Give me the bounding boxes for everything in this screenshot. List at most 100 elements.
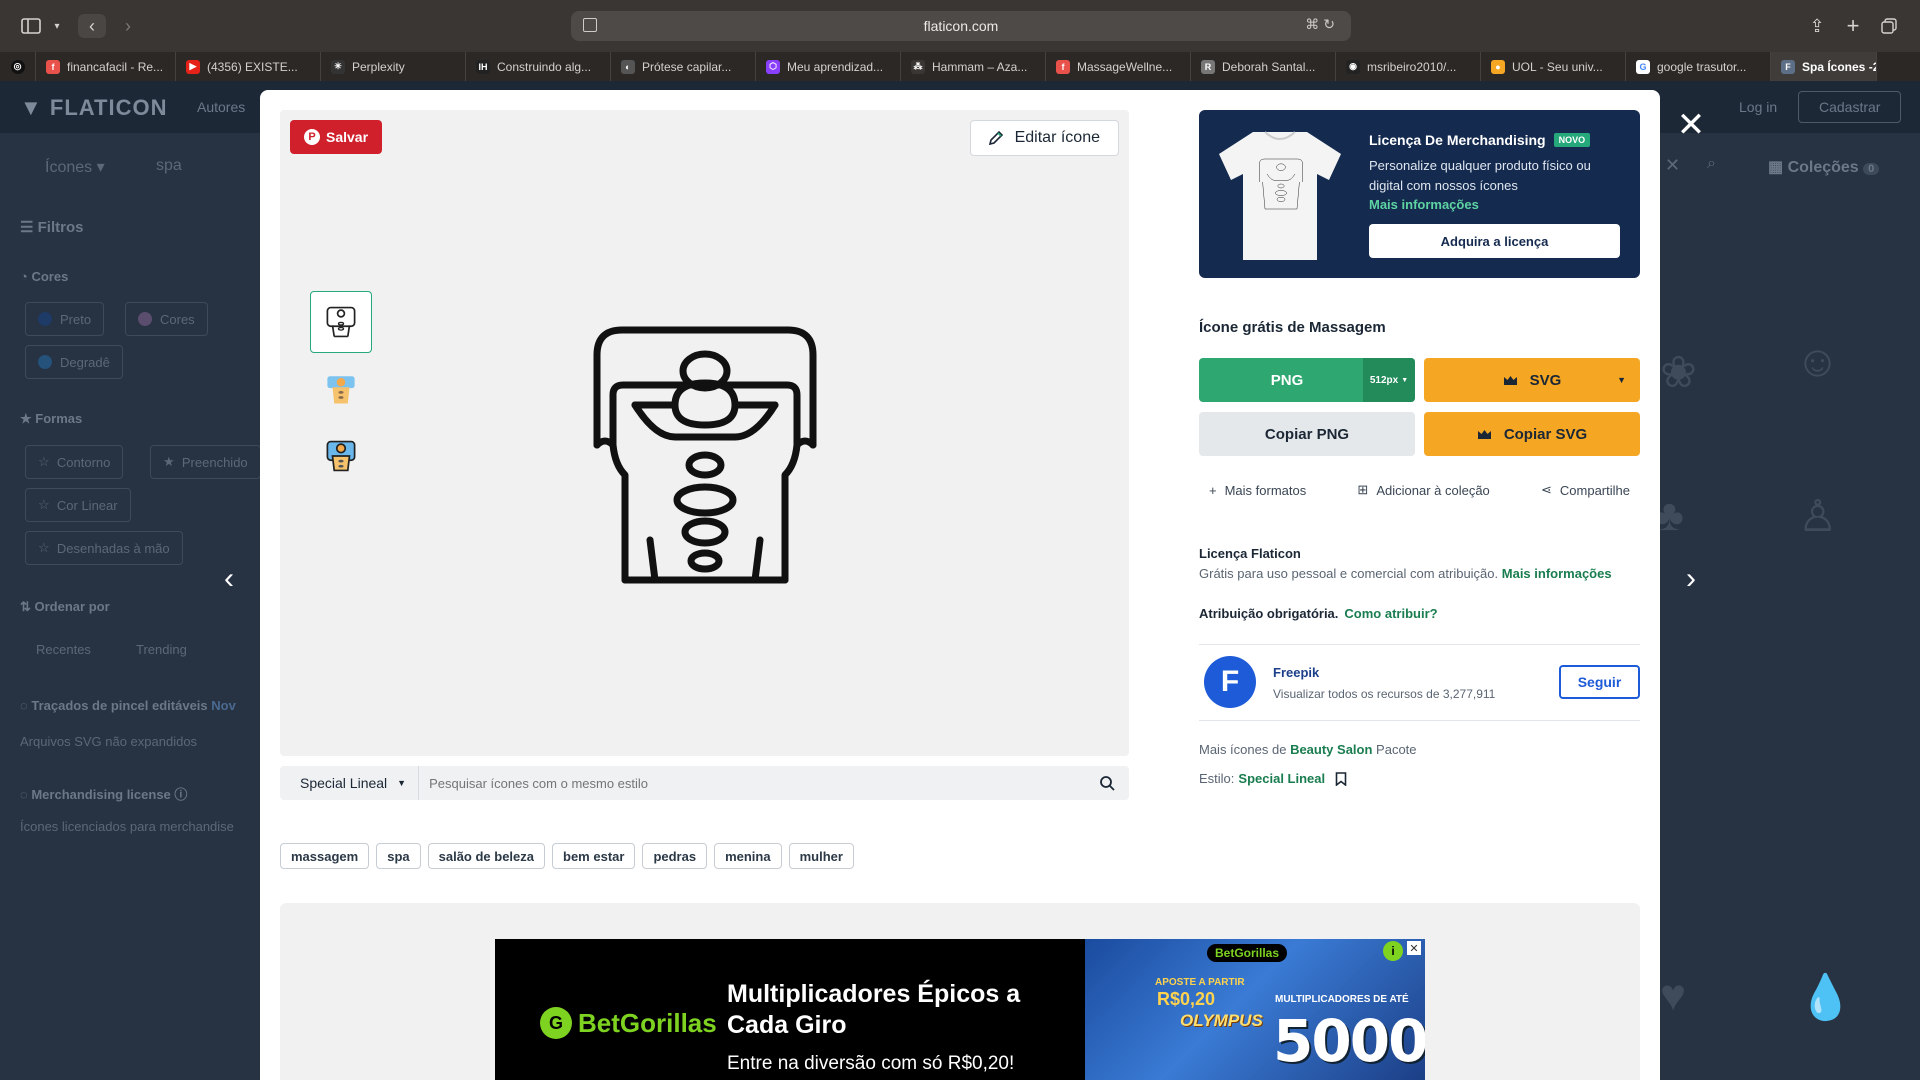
browser-tab[interactable]: ⬡ Meu aprendizad... [756,52,901,81]
flaticon-logo[interactable]: ▼ FLATICON [20,95,167,121]
forward-icon[interactable]: › [114,14,142,38]
tab-title: Construindo alg... [497,59,592,74]
add-collection-button[interactable]: ⊞ Adicionar à coleção [1357,482,1489,498]
style-search-input[interactable] [419,766,1129,800]
ad-multiplier: 5000X [1273,1007,1425,1075]
next-icon-arrow[interactable]: › [1676,562,1706,595]
how-to-attribute-link[interactable]: Como atribuir? [1344,606,1437,621]
search-icon[interactable]: ⌕ [1707,155,1716,173]
previous-icon-arrow[interactable]: ‹ [214,562,244,595]
search-value[interactable]: spa [156,157,182,175]
spa-woman-icon[interactable]: ☺ [1795,337,1840,387]
new-tab-icon[interactable]: + [1842,13,1864,38]
tag-chip[interactable]: spa [376,843,421,869]
tag-chip[interactable]: menina [714,843,782,869]
bookmark-icon[interactable] [1335,771,1347,786]
merch-license-toggle[interactable]: ◌ Merchandising license ⓘ [20,784,187,803]
shape-linear-chip[interactable]: ☆ Cor Linear [25,488,131,522]
browser-tab[interactable]: f financafacil - Re... [36,52,176,81]
ad-info-icon[interactable]: i [1383,941,1403,961]
download-svg-button[interactable]: SVG ▼ [1424,358,1640,402]
license-more-info-link[interactable]: Mais informações [1502,566,1612,581]
ad-close-icon[interactable]: ✕ [1407,941,1421,955]
browser-tab[interactable]: ✳ Perplexity [321,52,466,81]
betgorillas-ad[interactable]: G BetGorillas Multiplicadores Épicos a Ca… [495,939,1425,1080]
caret-down-icon[interactable]: ▼ [1617,375,1626,385]
pinned-tab[interactable]: ◎ [0,52,36,81]
pinterest-save-button[interactable]: P Salvar [290,120,383,154]
png-size-select[interactable]: 512px ▼ [1363,358,1415,402]
order-recent[interactable]: Recentes [36,642,91,657]
more-formats-button[interactable]: + Mais formatos [1209,482,1306,498]
download-png-button[interactable]: PNG 512px ▼ [1199,358,1415,402]
color-colors-chip[interactable]: Cores [125,302,208,336]
tab-overview-icon[interactable] [1878,14,1900,38]
browser-tab[interactable]: ▶ (4356) EXISTE... [176,52,321,81]
tag-list: massagem spa salão de beleza bem estar pedra… [280,843,854,869]
style-select[interactable]: Special Lineal ▼ [280,766,420,800]
edit-icon-button[interactable]: Editar ícone [969,120,1119,156]
merch-more-info-link[interactable]: Mais informações [1369,197,1479,212]
browser-tab[interactable]: ◐ Prótese capilar... [611,52,756,81]
order-trending[interactable]: Trending [136,642,187,657]
author-name[interactable]: Freepik [1273,665,1319,680]
browser-tab[interactable]: IH Construindo alg... [466,52,611,81]
freepik-avatar[interactable]: F [1204,656,1256,708]
tag-chip[interactable]: pedras [642,843,708,869]
tag-chip[interactable]: mulher [788,843,854,869]
browser-tab[interactable]: F Spa Ícones -29,... [1771,52,1877,81]
sidebar-toggle-icon[interactable] [20,14,42,38]
pack-link[interactable]: Beauty Salon [1290,742,1372,757]
nav-authors[interactable]: Autores [197,99,245,115]
save-label: Salvar [326,129,369,145]
color-gradient-chip[interactable]: Degradê [25,345,123,379]
get-license-button[interactable]: Adquira a licença [1369,224,1620,258]
color-black-chip[interactable]: Preto [25,302,105,336]
browser-tab[interactable]: ◉ msribeiro2010/... [1336,52,1481,81]
address-bar[interactable]: flaticon.com ⌘↻ [571,11,1351,41]
shape-outline-chip[interactable]: ☆ Contorno [25,445,124,479]
tag-chip[interactable]: bem estar [552,843,636,869]
lotus-icon[interactable]: ❀ [1660,347,1697,398]
tag-chip[interactable]: massagem [280,843,370,869]
translate-reload-icons[interactable]: ⌘↻ [1305,16,1339,33]
brush-strokes-toggle[interactable]: ◌ Traçados de pincel editáveis Nov [20,698,236,713]
water-hand-icon[interactable]: 💧 [1798,971,1853,1023]
login-link[interactable]: Log in [1739,99,1777,115]
tab-title: Perplexity [352,59,405,74]
browser-tab[interactable]: f MassageWellne... [1046,52,1191,81]
share-button[interactable]: ⋖ Compartilhe [1541,482,1630,498]
copy-png-button[interactable]: Copiar PNG [1199,412,1415,456]
page-settings-icon[interactable] [583,18,597,32]
filters-heading[interactable]: ☰ Filtros [20,218,83,236]
browser-tab[interactable]: Ggoogle trasutor... [1626,52,1771,81]
shape-fill-chip[interactable]: ★ Preenchido [150,445,261,479]
thumbnail-lineal-color[interactable] [310,425,372,487]
close-modal-icon[interactable]: ✕ [1676,106,1706,144]
browser-tab[interactable]: ● UOL - Seu univ... [1481,52,1626,81]
collections-link[interactable]: ▦ Coleções 0 [1768,157,1880,177]
thumbnail-outline[interactable] [310,291,372,353]
browser-tab[interactable]: R Deborah Santal... [1191,52,1336,81]
thumbnail-color[interactable] [310,358,372,420]
tab-favicon-icon: ⁂ [911,59,925,74]
style-link[interactable]: Special Lineal [1238,771,1325,786]
author-resources-link[interactable]: Visualizar todos os recursos de 3,277,91… [1273,687,1495,701]
share-icon[interactable]: ⇪ [1806,14,1828,38]
copy-svg-button[interactable]: Copiar SVG [1424,412,1640,456]
heart-icon[interactable]: ♥ [1660,971,1686,1021]
search-icon[interactable] [1099,775,1115,791]
tab-favicon-icon: f [1056,59,1070,74]
shape-hand-chip[interactable]: ☆ Desenhadas à mão [25,531,183,565]
back-icon[interactable]: ‹ [78,14,106,38]
massage-icon-preview [593,326,817,584]
tag-chip[interactable]: salão de beleza [427,843,546,869]
follow-button[interactable]: Seguir [1559,665,1640,699]
signup-button[interactable]: Cadastrar [1798,91,1902,123]
chevron-down-icon[interactable]: ▾ [50,14,64,38]
body-icon[interactable]: ♙ [1798,491,1837,542]
browser-tab[interactable]: ⁂ Hammam – Aza... [901,52,1046,81]
clear-search-icon[interactable]: ✕ [1665,155,1680,176]
search-category[interactable]: Ícones ▾ [45,157,105,177]
icon-detail-modal: P Salvar Editar ícone Special Lineal ▼ P… [260,90,1660,1080]
